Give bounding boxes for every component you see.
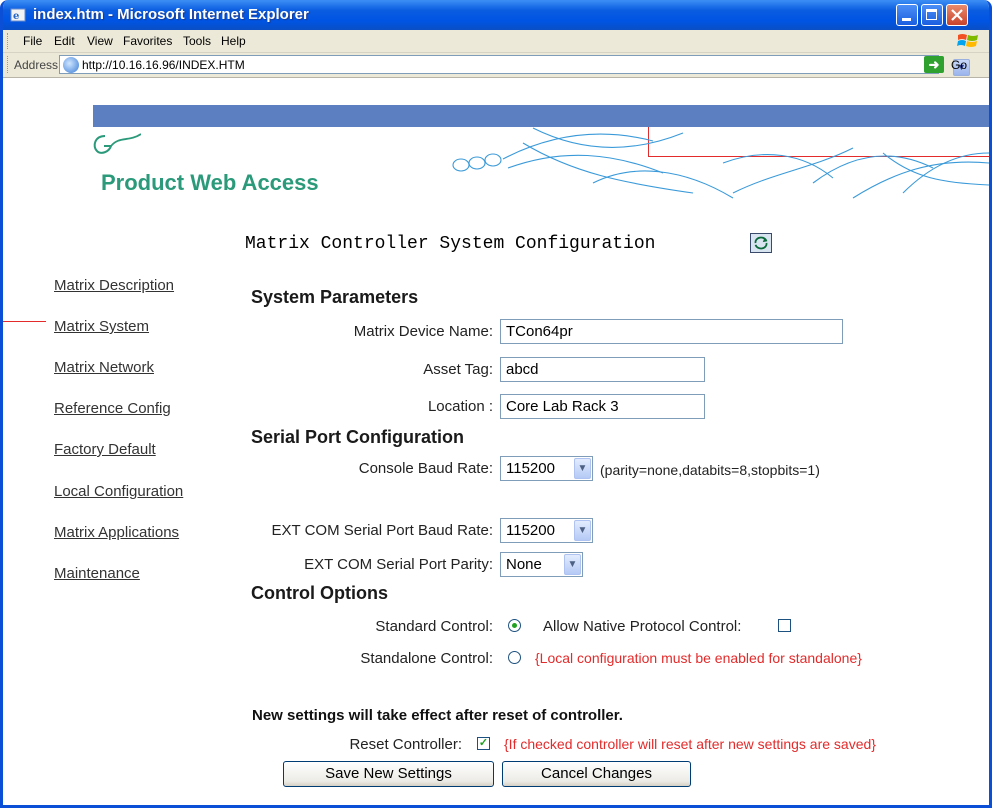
- reset-notice: New settings will take effect after rese…: [252, 707, 623, 724]
- minimize-icon: [902, 18, 911, 21]
- nav-matrix-applications[interactable]: Matrix Applications: [54, 524, 179, 541]
- device-name-input[interactable]: [500, 319, 843, 344]
- console-baud-label: Console Baud Rate:: [358, 460, 493, 477]
- section-control-options: Control Options: [251, 583, 388, 603]
- ie-icon: e: [10, 8, 26, 22]
- grass-valley-logo: [93, 133, 141, 154]
- nav-matrix-description[interactable]: Matrix Description: [54, 277, 174, 294]
- ext-parity-value: None: [506, 556, 542, 573]
- standard-control-label: Standard Control:: [375, 618, 493, 635]
- standalone-control-label: Standalone Control:: [360, 650, 493, 667]
- nav-maintenance[interactable]: Maintenance: [54, 565, 140, 582]
- section-serial-port: Serial Port Configuration: [251, 427, 465, 447]
- maximize-icon: [926, 9, 937, 20]
- title-bar[interactable]: e index.htm - Microsoft Internet Explore…: [3, 0, 989, 30]
- nav-local-configuration[interactable]: Local Configuration: [54, 483, 183, 500]
- address-input[interactable]: http://10.16.16.96/INDEX.HTM ▼: [59, 55, 970, 76]
- menu-file[interactable]: File: [23, 34, 42, 48]
- ext-baud-label: EXT COM Serial Port Baud Rate:: [271, 522, 493, 539]
- location-input[interactable]: [500, 394, 705, 419]
- page-icon: [63, 57, 79, 73]
- ext-parity-select[interactable]: None ▼: [500, 552, 583, 577]
- address-bar: Address http://10.16.16.96/INDEX.HTM ▼ ➜…: [3, 53, 989, 78]
- chevron-down-icon[interactable]: ▼: [574, 520, 591, 541]
- console-baud-select[interactable]: 115200 ▼: [500, 456, 593, 481]
- menu-bar: File Edit View Favorites Tools Help: [3, 30, 989, 53]
- ext-baud-select[interactable]: 115200 ▼: [500, 518, 593, 543]
- cancel-changes-button[interactable]: Cancel Changes: [502, 761, 691, 787]
- menu-edit[interactable]: Edit: [54, 34, 75, 48]
- asset-tag-label: Asset Tag:: [423, 361, 493, 378]
- nav-matrix-system[interactable]: Matrix System: [54, 318, 149, 335]
- reset-controller-label: Reset Controller:: [349, 736, 462, 753]
- page-content: Product Web Access Matrix Controller Sys…: [3, 78, 989, 805]
- section-system-parameters: System Parameters: [251, 287, 419, 307]
- address-label: Address: [14, 58, 59, 72]
- browser-window: e index.htm - Microsoft Internet Explore…: [0, 0, 992, 808]
- standard-control-radio[interactable]: [508, 619, 521, 632]
- close-icon: [951, 9, 963, 21]
- brand-title: Product Web Access: [101, 170, 319, 195]
- toolbar-grip[interactable]: [7, 56, 10, 73]
- toolbar-grip[interactable]: [7, 33, 10, 49]
- ext-baud-value: 115200: [506, 522, 555, 539]
- asset-tag-input[interactable]: [500, 357, 705, 382]
- reset-note: {If checked controller will reset after …: [504, 736, 876, 752]
- window-title: index.htm - Microsoft Internet Explorer: [33, 6, 309, 23]
- menu-view[interactable]: View: [87, 34, 113, 48]
- chevron-down-icon[interactable]: ▼: [564, 554, 581, 575]
- refresh-icon[interactable]: [750, 233, 772, 253]
- minimize-button[interactable]: [896, 4, 918, 26]
- maximize-button[interactable]: [921, 4, 943, 26]
- nav-active-marker: [3, 321, 46, 322]
- device-name-label: Matrix Device Name:: [353, 323, 493, 340]
- menu-tools[interactable]: Tools: [183, 34, 211, 48]
- menu-favorites[interactable]: Favorites: [123, 34, 172, 48]
- go-arrow-icon[interactable]: ➜: [924, 56, 944, 73]
- windows-logo-icon: [957, 34, 978, 47]
- nav-reference-config[interactable]: Reference Config: [54, 400, 171, 417]
- console-baud-note: (parity=none,databits=8,stopbits=1): [600, 462, 820, 478]
- reset-controller-checkbox[interactable]: ✓: [477, 737, 490, 750]
- ext-parity-label: EXT COM Serial Port Parity:: [304, 556, 493, 573]
- address-url: http://10.16.16.96/INDEX.HTM: [82, 58, 245, 72]
- standalone-control-radio[interactable]: [508, 651, 521, 664]
- standalone-note: {Local configuration must be enabled for…: [535, 650, 862, 666]
- save-settings-button[interactable]: Save New Settings: [283, 761, 494, 787]
- native-protocol-label: Allow Native Protocol Control:: [543, 618, 742, 635]
- console-baud-value: 115200: [506, 460, 555, 477]
- nav-matrix-network[interactable]: Matrix Network: [54, 359, 154, 376]
- location-label: Location :: [427, 398, 493, 415]
- header-decoration: [452, 127, 989, 199]
- close-button[interactable]: [946, 4, 968, 26]
- nav-factory-default[interactable]: Factory Default: [54, 441, 156, 458]
- go-button[interactable]: Go: [951, 58, 967, 72]
- menu-help[interactable]: Help: [221, 34, 246, 48]
- native-protocol-checkbox[interactable]: [778, 619, 791, 632]
- chevron-down-icon[interactable]: ▼: [574, 458, 591, 479]
- page-title: Matrix Controller System Configuration: [245, 234, 656, 254]
- svg-text:e: e: [13, 11, 19, 22]
